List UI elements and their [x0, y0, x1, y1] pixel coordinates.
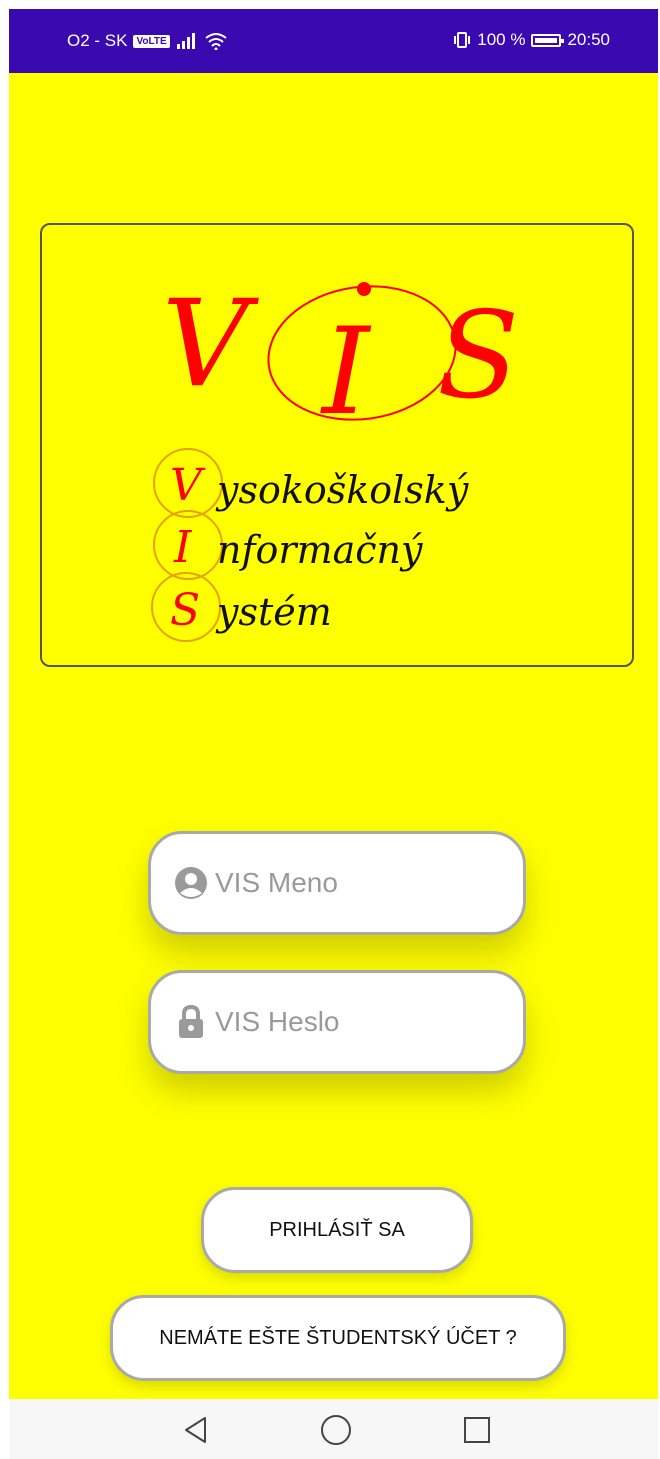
logo-line1-rest: ysokoškolský: [215, 468, 469, 512]
register-button-label: NEMÁTE EŠTE ŠTUDENTSKÝ ÚČET ?: [159, 1326, 517, 1349]
login-button[interactable]: PRIHLÁSIŤ SA: [201, 1187, 473, 1273]
app-screen: O2 - SK VoLTE 100 % 20:50 V I S V ysokoš…: [9, 9, 658, 1459]
carrier-name: O2 - SK: [67, 31, 128, 50]
logo-line1-initial: V: [170, 460, 206, 511]
password-input[interactable]: [213, 1005, 507, 1039]
logo-letter-s: S: [437, 287, 519, 426]
register-button[interactable]: NEMÁTE EŠTE ŠTUDENTSKÝ ÚČET ?: [110, 1295, 566, 1381]
recents-square-icon[interactable]: [463, 1416, 491, 1444]
logo-line2-initial: I: [173, 522, 193, 573]
logo-letter-v: V: [162, 275, 259, 414]
battery-percent: 100 %: [477, 30, 526, 49]
wifi-icon: [205, 33, 227, 50]
password-field[interactable]: [148, 970, 526, 1074]
status-bar: O2 - SK VoLTE 100 % 20:50: [9, 9, 658, 73]
login-button-label: PRIHLÁSIŤ SA: [269, 1218, 405, 1241]
navigation-bar: [9, 1399, 658, 1459]
status-left: O2 - SK VoLTE: [67, 31, 228, 51]
lock-icon: [173, 1004, 209, 1040]
clock: 20:50: [567, 30, 610, 49]
back-triangle-icon[interactable]: [181, 1415, 211, 1445]
username-input[interactable]: [213, 866, 507, 900]
logo-line2-rest: nformačný: [217, 528, 423, 572]
signal-icon: [176, 33, 195, 49]
logo-letter-i: I: [320, 303, 372, 442]
status-right: 100 % 20:50: [453, 30, 610, 50]
vis-logo-graphic: V I S V ysokoškolský I nformačný S ystém: [151, 275, 519, 642]
battery-icon: [531, 33, 565, 47]
vibrate-icon: [454, 32, 471, 48]
home-circle-icon[interactable]: [320, 1414, 352, 1446]
user-icon: [173, 865, 209, 901]
logo-line3-rest: ystém: [215, 590, 332, 634]
logo-line3-initial: S: [170, 585, 200, 636]
vis-logo: V I S V ysokoškolský I nformačný S ystém: [40, 223, 634, 667]
username-field[interactable]: [148, 831, 526, 935]
volte-badge: VoLTE: [133, 34, 170, 48]
